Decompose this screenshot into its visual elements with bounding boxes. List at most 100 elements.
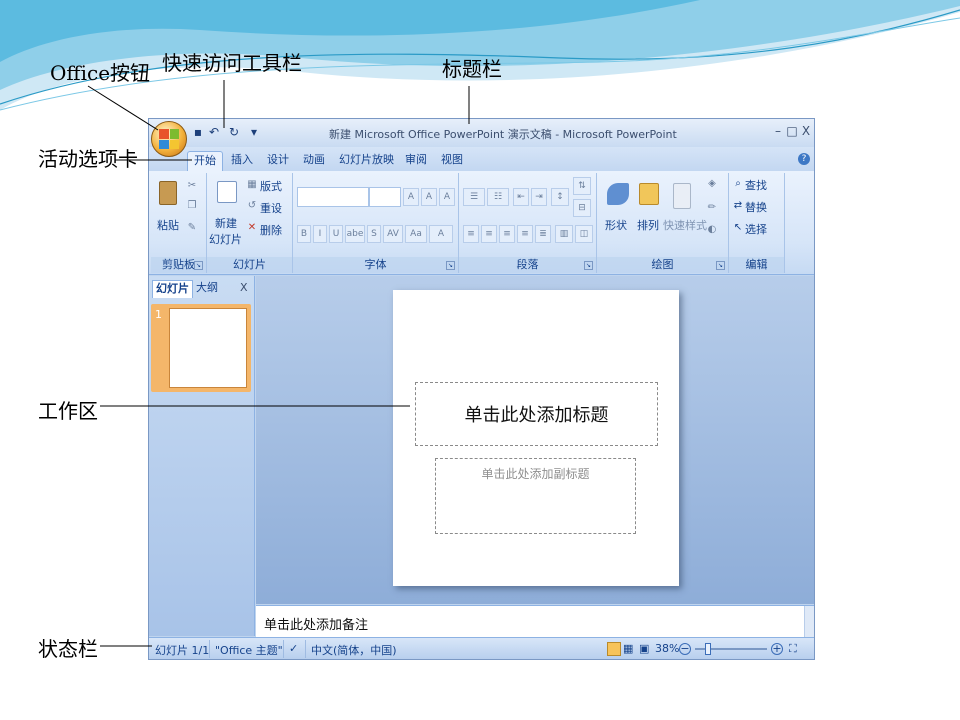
undo-icon[interactable]: ↶: [207, 125, 221, 139]
panel-tab-outline[interactable]: 大纲: [193, 280, 221, 298]
underline-button[interactable]: U: [329, 225, 343, 243]
reset-button[interactable]: 重设: [260, 200, 282, 216]
font-name-select[interactable]: [297, 187, 369, 207]
tab-home[interactable]: 开始: [187, 151, 223, 171]
customize-qat-icon[interactable]: ▾: [247, 125, 261, 139]
normal-view-icon[interactable]: [607, 642, 621, 656]
slideshow-view-icon[interactable]: ▣: [639, 642, 649, 655]
new-slide-label-2[interactable]: 幻灯片: [209, 231, 242, 247]
italic-button[interactable]: I: [313, 225, 327, 243]
tab-view[interactable]: 视图: [435, 151, 469, 171]
strikethrough-button[interactable]: abe: [345, 225, 365, 243]
shape-effects-icon[interactable]: ◐: [707, 225, 717, 235]
tab-animations[interactable]: 动画: [297, 151, 331, 171]
replace-button[interactable]: 替换: [745, 199, 767, 215]
office-button[interactable]: [151, 121, 187, 157]
format-painter-icon[interactable]: ✎: [187, 223, 197, 233]
bold-button[interactable]: B: [297, 225, 311, 243]
find-icon[interactable]: ⌕: [733, 179, 743, 189]
delete-button[interactable]: 删除: [260, 222, 282, 238]
cut-icon[interactable]: ✂: [187, 181, 197, 191]
slide-canvas[interactable]: 单击此处添加标题 单击此处添加副标题: [393, 290, 679, 586]
fit-to-window-icon[interactable]: ⛶: [789, 642, 797, 656]
increase-indent-button[interactable]: ⇥: [531, 188, 547, 206]
title-placeholder[interactable]: 单击此处添加标题: [415, 382, 658, 446]
panel-close-icon[interactable]: X: [237, 280, 251, 298]
shrink-font-button[interactable]: A: [421, 188, 437, 206]
paragraph-launcher-icon[interactable]: ↘: [584, 261, 593, 270]
tab-design[interactable]: 设计: [261, 151, 295, 171]
font-launcher-icon[interactable]: ↘: [446, 261, 455, 270]
numbering-button[interactable]: ☷: [487, 188, 509, 206]
select-button[interactable]: 选择: [745, 221, 767, 237]
layout-icon[interactable]: ▦: [247, 180, 257, 190]
tab-slideshow[interactable]: 幻灯片放映: [333, 151, 400, 171]
slide-sorter-view-icon[interactable]: ▦: [623, 642, 633, 655]
justify-button[interactable]: ≡: [517, 225, 533, 243]
change-case-button[interactable]: Aa: [405, 225, 427, 243]
clipboard-launcher-icon[interactable]: ↘: [194, 261, 203, 270]
tab-review[interactable]: 审阅: [399, 151, 433, 171]
zoom-out-button[interactable]: −: [679, 643, 691, 655]
text-direction-button[interactable]: ⇅: [573, 177, 591, 195]
select-icon[interactable]: ↖: [733, 223, 743, 233]
notes-pane[interactable]: 单击此处添加备注: [256, 605, 814, 638]
status-bar: 幻灯片 1/1 "Office 主题" ✓ 中文(简体，中国) ▦ ▣ 38% …: [149, 637, 814, 659]
quick-styles-button[interactable]: 快速样式: [663, 217, 707, 233]
help-icon[interactable]: ?: [798, 153, 810, 165]
bullets-button[interactable]: ☰: [463, 188, 485, 206]
zoom-level[interactable]: 38%: [655, 642, 679, 655]
line-spacing-button[interactable]: ↕: [551, 188, 569, 206]
new-slide-label-1[interactable]: 新建: [215, 215, 237, 231]
shape-outline-icon[interactable]: ✏: [707, 203, 717, 213]
align-center-button[interactable]: ≡: [481, 225, 497, 243]
paste-icon[interactable]: [159, 181, 177, 205]
decrease-indent-button[interactable]: ⇤: [513, 188, 529, 206]
arrange-icon[interactable]: [639, 183, 659, 205]
zoom-slider-thumb[interactable]: [705, 643, 711, 655]
subtitle-placeholder[interactable]: 单击此处添加副标题: [435, 458, 636, 534]
align-left-button[interactable]: ≡: [463, 225, 479, 243]
group-drawing-label: 绘图: [597, 257, 728, 273]
panel-tab-slides[interactable]: 幻灯片: [152, 280, 193, 298]
distribute-button[interactable]: ≣: [535, 225, 551, 243]
minimize-button[interactable]: –: [771, 123, 785, 139]
shape-fill-icon[interactable]: ◈: [707, 179, 717, 189]
copy-icon[interactable]: ❐: [187, 201, 197, 211]
slide-thumbnail[interactable]: [169, 308, 247, 388]
shapes-icon[interactable]: [607, 183, 629, 205]
notes-placeholder[interactable]: 单击此处添加备注: [264, 614, 368, 633]
find-button[interactable]: 查找: [745, 177, 767, 193]
replace-icon[interactable]: ⇄: [733, 201, 743, 211]
char-spacing-button[interactable]: AV: [383, 225, 403, 243]
spell-check-icon[interactable]: ✓: [289, 642, 298, 655]
maximize-button[interactable]: □: [785, 123, 799, 139]
redo-icon[interactable]: ↻: [227, 125, 241, 139]
align-text-button[interactable]: ⊟: [573, 199, 591, 217]
arrange-button[interactable]: 排列: [637, 217, 659, 233]
drawing-launcher-icon[interactable]: ↘: [716, 261, 725, 270]
tab-insert[interactable]: 插入: [225, 151, 259, 171]
zoom-in-button[interactable]: +: [771, 643, 783, 655]
delete-icon[interactable]: ✕: [247, 223, 257, 233]
font-size-select[interactable]: [369, 187, 401, 207]
quick-styles-icon[interactable]: [673, 183, 691, 209]
clear-format-button[interactable]: A: [439, 188, 455, 206]
save-icon[interactable]: ▪: [191, 125, 205, 139]
close-button[interactable]: X: [799, 123, 813, 139]
layout-button[interactable]: 版式: [260, 178, 282, 194]
status-theme: "Office 主题": [215, 644, 283, 657]
smartart-button[interactable]: ◫: [575, 225, 593, 243]
reset-icon[interactable]: ↺: [247, 201, 257, 211]
paste-label[interactable]: 粘贴: [157, 217, 179, 233]
grow-font-button[interactable]: A: [403, 188, 419, 206]
notes-scrollbar[interactable]: [804, 606, 814, 638]
new-slide-icon[interactable]: [217, 181, 237, 203]
window-title: 新建 Microsoft Office PowerPoint 演示文稿 - Mi…: [329, 128, 677, 141]
shadow-button[interactable]: S: [367, 225, 381, 243]
font-color-button[interactable]: A: [429, 225, 453, 243]
group-font-label: 字体: [293, 257, 458, 273]
align-right-button[interactable]: ≡: [499, 225, 515, 243]
shapes-button[interactable]: 形状: [605, 217, 627, 233]
columns-button[interactable]: ▥: [555, 225, 573, 243]
